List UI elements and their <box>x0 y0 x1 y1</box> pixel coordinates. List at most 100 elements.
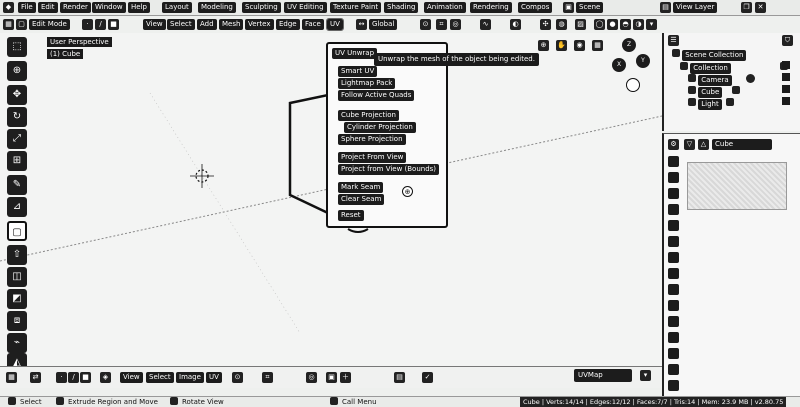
editor-type-icon[interactable]: ▦ <box>3 19 14 30</box>
curve-icon[interactable]: ∿ <box>480 19 491 30</box>
physics-tab-icon[interactable] <box>668 300 679 311</box>
image-browse-icon[interactable]: ▣ <box>326 372 337 383</box>
gizmo-toggle-icon[interactable]: ✣ <box>540 19 551 30</box>
render-tab-icon[interactable] <box>668 172 679 183</box>
outliner-item-cube[interactable]: Cube <box>688 86 740 98</box>
menu-view[interactable]: View <box>120 372 143 383</box>
ortho-toggle-icon[interactable]: ▦ <box>592 40 603 51</box>
snap-icon[interactable]: ⌗ <box>262 372 273 383</box>
menu-select[interactable]: Select <box>146 372 174 383</box>
zoom-icon[interactable]: ⊕ <box>538 40 549 51</box>
open-image-icon[interactable]: ▤ <box>394 372 405 383</box>
gizmo-z-axis-icon[interactable]: Z <box>622 38 636 52</box>
world-tab-icon[interactable] <box>668 236 679 247</box>
close-icon[interactable]: ✕ <box>755 2 766 13</box>
annotate-tool-icon[interactable]: ✎ <box>7 175 27 195</box>
outliner-scene-collection[interactable]: Scene Collection <box>672 49 747 61</box>
material-tab-icon[interactable] <box>668 348 679 359</box>
modifier-icon[interactable] <box>732 86 740 94</box>
tab-layout[interactable]: Layout <box>162 2 192 13</box>
menu-item-sphere-projection[interactable]: Sphere Projection <box>338 134 406 145</box>
mode-selector[interactable]: Edit Mode <box>29 19 70 30</box>
menu-render[interactable]: Render <box>60 2 91 13</box>
menu-edge[interactable]: Edge <box>276 19 300 30</box>
menu-item-clear-seam[interactable]: Clear Seam <box>338 194 385 205</box>
output-tab-icon[interactable] <box>668 188 679 199</box>
menu-item-mark-seam[interactable]: Mark Seam <box>338 182 384 193</box>
tab-rendering[interactable]: Rendering <box>470 2 512 13</box>
shading-rendered-icon[interactable]: ◑ <box>633 19 644 30</box>
view-layer-selector[interactable]: View Layer <box>673 2 718 13</box>
texture-tab-icon[interactable] <box>668 364 679 375</box>
menu-vertex[interactable]: Vertex <box>245 19 274 30</box>
pivot-icon[interactable]: ⊙ <box>420 19 431 30</box>
pivot-icon[interactable]: ⊙ <box>232 372 243 383</box>
transform-tool-icon[interactable]: ⊞ <box>7 151 27 171</box>
blender-logo-icon[interactable]: ◆ <box>3 2 14 13</box>
3d-cursor-icon[interactable] <box>190 164 214 188</box>
shading-solid-icon[interactable]: ● <box>607 19 618 30</box>
shading-wireframe-icon[interactable]: ◯ <box>594 19 605 30</box>
menu-edit[interactable]: Edit <box>38 2 58 13</box>
tab-texture-paint[interactable]: Texture Paint <box>330 2 382 13</box>
sticky-select-icon[interactable]: ◈ <box>100 372 111 383</box>
camera-data-icon[interactable] <box>746 74 755 83</box>
scale-tool-icon[interactable]: ⤢ <box>7 129 27 149</box>
filter-icon[interactable]: ⛉ <box>782 35 793 46</box>
menu-item-cube-projection[interactable]: Cube Projection <box>338 110 399 121</box>
extrude-tool-icon[interactable]: ⇧ <box>7 245 27 265</box>
menu-uv[interactable]: UV <box>326 18 344 31</box>
edge-select-icon[interactable]: / <box>68 372 79 383</box>
scene-tab-icon[interactable] <box>668 220 679 231</box>
cube-wireframe[interactable] <box>288 93 330 215</box>
face-select-icon[interactable]: ■ <box>80 372 91 383</box>
new-image-icon[interactable]: ＋ <box>340 372 351 383</box>
vertex-select-icon[interactable]: · <box>56 372 67 383</box>
edge-select-icon[interactable]: / <box>95 19 106 30</box>
proportional-edit-icon[interactable]: ◎ <box>306 372 317 383</box>
select-box-tool-icon[interactable]: ⬚ <box>7 37 27 57</box>
gizmo-negative-axis-icon[interactable] <box>626 78 640 92</box>
transform-orientation-selector[interactable]: Global <box>369 19 398 30</box>
copy-icon[interactable]: ❐ <box>741 2 752 13</box>
tool-settings-tab-icon[interactable] <box>668 156 679 167</box>
loop-cut-tool-icon[interactable]: ⧈ <box>7 311 27 331</box>
particles-tab-icon[interactable] <box>668 284 679 295</box>
outliner-item-light[interactable]: Light <box>688 98 734 110</box>
outliner-item-collection[interactable]: Collection <box>680 62 788 74</box>
bevel-tool-icon[interactable]: ◩ <box>7 289 27 309</box>
constraints-tab-icon[interactable] <box>668 316 679 327</box>
tab-modeling[interactable]: Modeling <box>198 2 236 13</box>
menu-help[interactable]: Help <box>128 2 150 13</box>
menu-item-follow-active-quads[interactable]: Follow Active Quads <box>338 90 415 101</box>
rotate-tool-icon[interactable]: ↻ <box>7 107 27 127</box>
pin-icon[interactable]: ✓ <box>422 372 433 383</box>
shader-tab-icon[interactable] <box>668 380 679 391</box>
proportional-edit-icon[interactable]: ◎ <box>450 19 461 30</box>
pan-icon[interactable]: ✋ <box>556 40 567 51</box>
light-data-icon[interactable] <box>726 98 734 106</box>
overlay-toggle-icon[interactable]: ◍ <box>556 19 567 30</box>
measure-tool-icon[interactable]: ⊿ <box>7 197 27 217</box>
tab-sculpting[interactable]: Sculpting <box>242 2 281 13</box>
menu-add[interactable]: Add <box>197 19 217 30</box>
scene-selector[interactable]: Scene <box>576 2 604 13</box>
add-cube-tool-icon[interactable]: ▢ <box>7 221 27 241</box>
menu-item-project-from-view-bounds[interactable]: Project from View (Bounds) <box>338 164 440 175</box>
menu-item-reset[interactable]: Reset <box>338 210 364 221</box>
visibility-icon[interactable]: ◐ <box>510 19 521 30</box>
outliner-item-camera[interactable]: Camera <box>688 74 755 86</box>
menu-item-lightmap-pack[interactable]: Lightmap Pack <box>338 78 396 89</box>
editor-type-icon[interactable]: ☰ <box>668 35 679 46</box>
snap-icon[interactable]: ⌗ <box>436 19 447 30</box>
cursor-tool-icon[interactable]: ⊕ <box>7 61 27 81</box>
menu-uv[interactable]: UV <box>206 372 222 383</box>
object-name-field[interactable]: Cube <box>712 139 772 150</box>
tab-animation[interactable]: Animation <box>424 2 466 13</box>
menu-item-smart-uv[interactable]: Smart UV <box>338 66 378 77</box>
menu-window[interactable]: Window <box>92 2 126 13</box>
menu-file[interactable]: File <box>18 2 36 13</box>
menu-mesh[interactable]: Mesh <box>219 19 244 30</box>
chevron-down-icon[interactable]: ▾ <box>640 370 651 381</box>
tab-compositing[interactable]: Compos <box>518 2 553 13</box>
